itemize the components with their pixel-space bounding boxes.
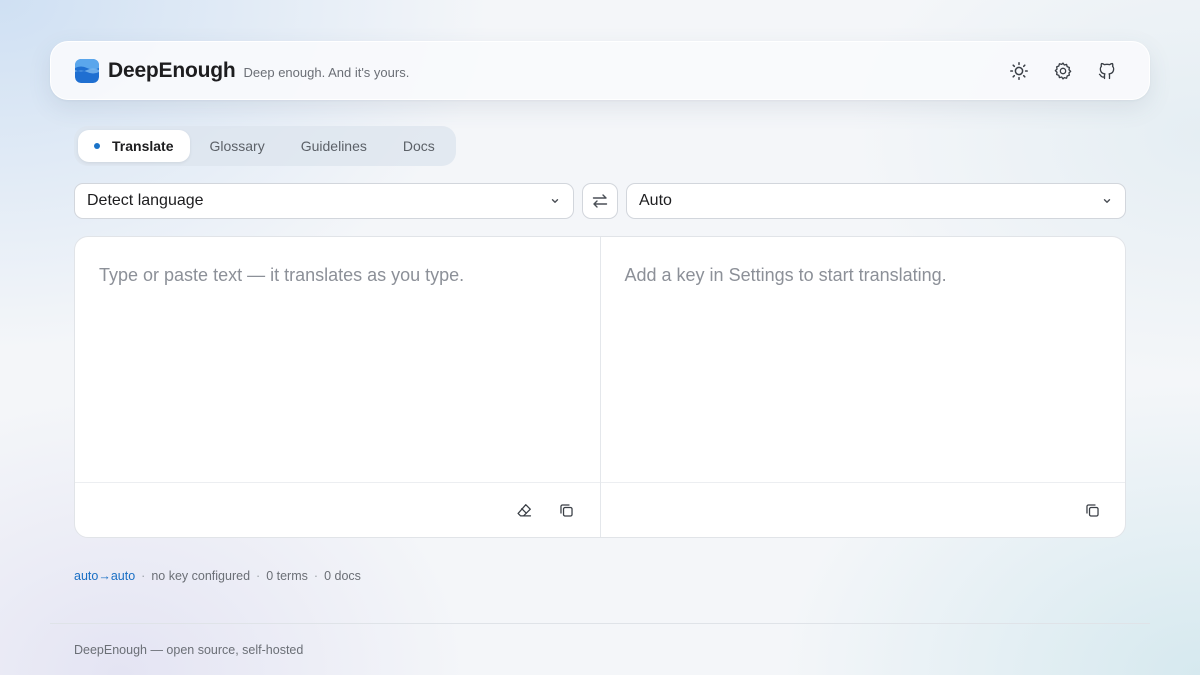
copy-icon bbox=[1085, 503, 1099, 517]
tab-label: Glossary bbox=[209, 138, 265, 154]
copy-translation-button[interactable] bbox=[1081, 499, 1103, 521]
tab-label: Guidelines bbox=[300, 138, 367, 154]
tab-docs[interactable]: Docs bbox=[386, 130, 452, 162]
source-editor-area bbox=[75, 237, 600, 482]
github-link-button[interactable] bbox=[1089, 53, 1125, 89]
source-text-input[interactable] bbox=[99, 265, 576, 454]
target-toolbar bbox=[600, 482, 1125, 537]
chevron-down-icon bbox=[1101, 195, 1113, 207]
eraser-icon bbox=[517, 503, 532, 516]
chevron-down-icon bbox=[549, 195, 561, 207]
brand-tagline: Deep enough. And it's yours. bbox=[243, 65, 410, 80]
theme-toggle-button[interactable] bbox=[1001, 53, 1037, 89]
logo-icon bbox=[75, 58, 99, 83]
clear-button[interactable] bbox=[514, 499, 536, 521]
github-icon bbox=[1098, 62, 1115, 79]
source-pane bbox=[75, 237, 600, 537]
copy-icon bbox=[560, 503, 573, 517]
language-pair-link[interactable]: auto→auto bbox=[74, 569, 135, 583]
status-separator: · bbox=[141, 569, 146, 583]
target-pane: Add a key in Settings to start translati… bbox=[599, 237, 1126, 537]
brand-name: DeepEnough bbox=[108, 58, 236, 82]
gear-icon bbox=[1054, 61, 1072, 80]
tab-guidelines[interactable]: Guidelines bbox=[284, 130, 384, 162]
main-tabs: Translate Glossary Guidelines Docs bbox=[74, 126, 456, 166]
terms-count: 0 terms bbox=[266, 569, 308, 583]
docs-count: 0 docs bbox=[324, 569, 361, 583]
tab-label: Translate bbox=[112, 138, 174, 154]
target-output-placeholder: Add a key in Settings to start translati… bbox=[624, 265, 947, 285]
source-language-value: Detect language bbox=[87, 192, 204, 209]
settings-button[interactable] bbox=[1045, 53, 1081, 89]
source-language-select[interactable]: Detect language bbox=[74, 183, 574, 219]
target-output-area: Add a key in Settings to start translati… bbox=[601, 237, 1126, 482]
swap-arrows-icon bbox=[592, 194, 608, 208]
status-bar: auto→auto · no key configured · 0 terms … bbox=[74, 569, 361, 583]
header-actions bbox=[1001, 53, 1125, 89]
tab-translate[interactable]: Translate bbox=[78, 130, 191, 162]
key-status: no key configured bbox=[151, 569, 251, 583]
sun-icon bbox=[1010, 61, 1028, 80]
source-toolbar bbox=[75, 482, 600, 537]
app-header: DeepEnough Deep enough. And it's yours. bbox=[50, 41, 1150, 100]
translation-panel: Add a key in Settings to start translati… bbox=[74, 236, 1126, 538]
target-language-select[interactable]: Auto bbox=[626, 183, 1126, 219]
tab-glossary[interactable]: Glossary bbox=[192, 130, 281, 162]
active-dot-icon bbox=[94, 143, 100, 149]
page-footer: DeepEnough — open source, self-hosted bbox=[74, 643, 304, 657]
status-separator: · bbox=[313, 569, 319, 583]
copy-source-button[interactable] bbox=[556, 499, 578, 521]
footer-divider bbox=[50, 623, 1150, 624]
target-language-value: Auto bbox=[639, 192, 672, 209]
tab-label: Docs bbox=[402, 138, 435, 154]
status-separator: · bbox=[256, 569, 261, 583]
swap-languages-button[interactable] bbox=[582, 183, 618, 219]
